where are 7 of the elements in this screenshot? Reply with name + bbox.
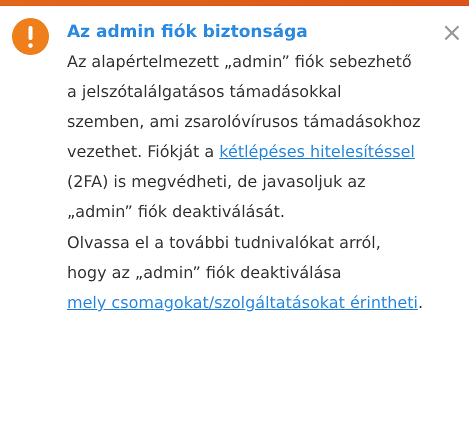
close-button[interactable]: × [441,20,463,46]
message-text: Az alapértelmezett „admin” fiók sebezhető a jelszótalálgatásos támadásokkal szemben, ami zsarolóvírusos támadásokhoz vezethet. Fiókját a kétlépéses hitelesítéssel (2FA) is megvédheti, de javasoljuk az „admin” fiók deaktiválását. [67,51,422,223]
message-text: Olvassa el a további tudnivalókat arról, hogy az „admin” fiók deaktiválása mely csomagokat/szolgáltatásokat érintheti. [67,232,423,314]
help-link[interactable]: kétlépéses hitelesítéssel [219,142,415,161]
help-link[interactable]: mely csomagokat/szolgáltatásokat érintheti [67,293,418,312]
dialog-title: Az admin fiók biztonsága [67,21,309,44]
warning-icon [12,18,49,55]
